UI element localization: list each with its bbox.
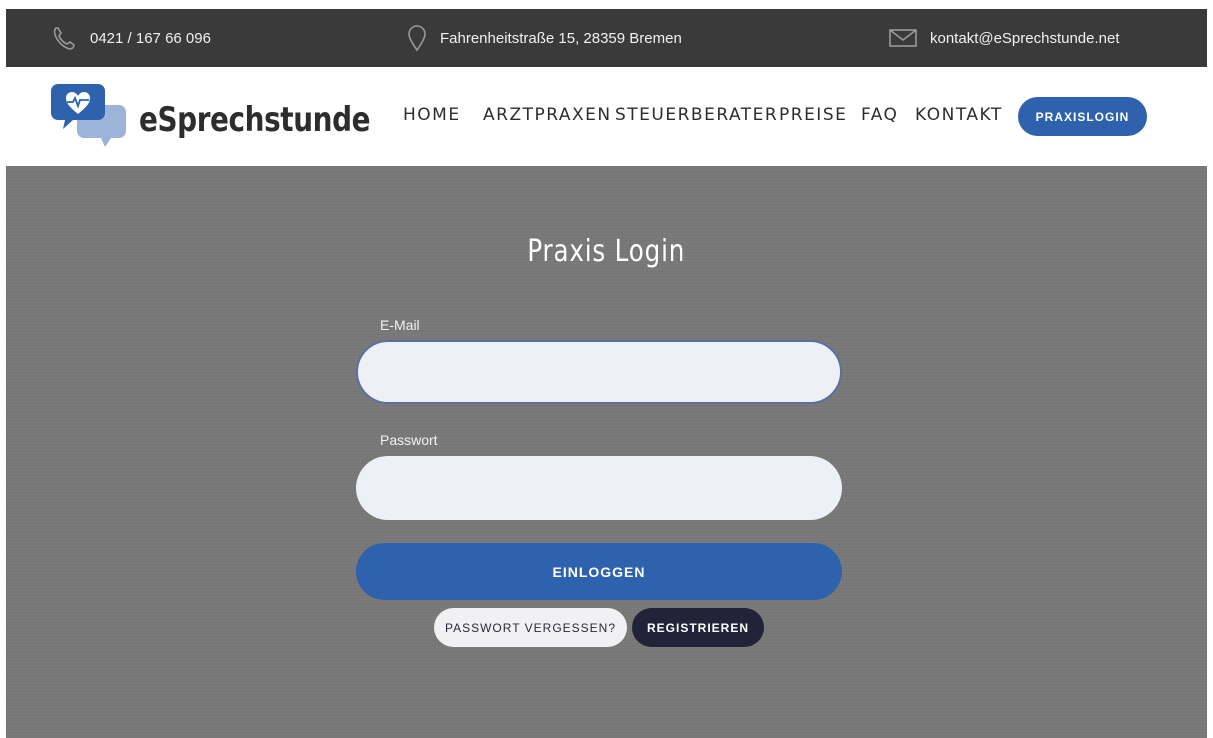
email-label: E-Mail (380, 317, 420, 333)
page-title-text: Praxis Login (527, 234, 686, 269)
phone-number: 0421 / 167 66 096 (90, 29, 211, 47)
login-submit-button[interactable]: EINLOGGEN (356, 543, 842, 600)
logo[interactable] (51, 83, 127, 154)
page-title: Praxis Login (6, 234, 1207, 269)
phone-icon (53, 27, 75, 50)
password-input[interactable] (356, 456, 842, 520)
contact-topbar: 0421 / 167 66 096 Fahrenheitstraße 15, 2… (6, 9, 1207, 67)
nav-home[interactable]: HOME (403, 105, 461, 125)
email-contact[interactable]: kontakt@eSprechstunde.net (888, 9, 1120, 67)
nav-steuerberater[interactable]: STEUERBERATER (615, 105, 778, 125)
nav-preise[interactable]: PREISE (779, 105, 847, 125)
login-section: Praxis Login E-Mail Passwort EINLOGGEN P… (6, 166, 1207, 738)
email-input[interactable] (356, 340, 842, 404)
envelope-icon (889, 29, 917, 47)
password-label: Passwort (380, 432, 438, 448)
site-header: eSprechstunde HOME ARZTPRAXEN STEUERBERA… (6, 67, 1207, 166)
nav-arztpraxen[interactable]: ARZTPRAXEN (483, 105, 612, 125)
phone-contact[interactable]: 0421 / 167 66 096 (50, 9, 211, 67)
brand-name[interactable]: eSprechstunde (139, 103, 371, 137)
nav-faq[interactable]: FAQ (861, 105, 898, 125)
register-button[interactable]: REGISTRIEREN (632, 608, 764, 647)
email-address: kontakt@eSprechstunde.net (930, 29, 1120, 47)
address-contact: Fahrenheitstraße 15, 28359 Bremen (406, 9, 682, 67)
address-text: Fahrenheitstraße 15, 28359 Bremen (440, 29, 682, 47)
praxislogin-button[interactable]: PRAXISLOGIN (1018, 97, 1147, 136)
nav-kontakt[interactable]: KONTAKT (915, 105, 1003, 125)
forgot-password-button[interactable]: PASSWORT VERGESSEN? (434, 608, 627, 647)
chat-heart-logo-icon (51, 84, 126, 147)
location-pin-icon (408, 25, 426, 52)
